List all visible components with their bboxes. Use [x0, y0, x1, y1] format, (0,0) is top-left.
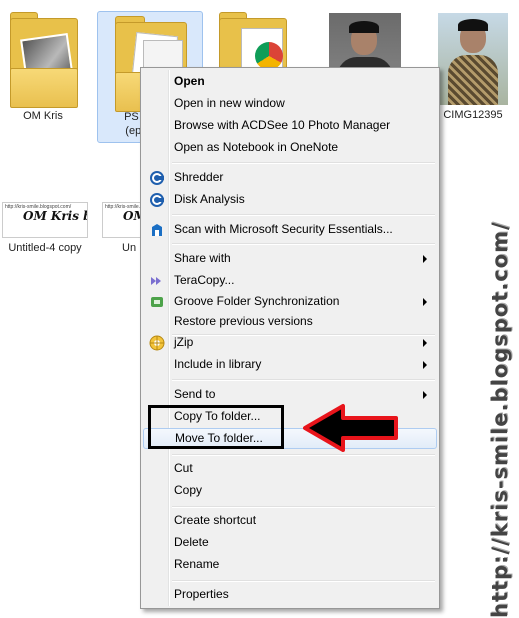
submenu-arrow-icon	[423, 361, 427, 369]
menu-item-open-new-window[interactable]: Open in new window	[143, 93, 435, 114]
menu-item-copy[interactable]: Copy	[143, 480, 435, 501]
file-name: CIMG12395	[443, 109, 503, 121]
file-name: Un	[122, 242, 137, 254]
menu-item-share-with[interactable]: Share with	[143, 248, 435, 269]
chrome-logo	[255, 42, 283, 70]
menu-item-disk-analysis[interactable]: Disk Analysis	[143, 189, 435, 210]
menu-item-browse-acdsee[interactable]: Browse with ACDSee 10 Photo Manager	[143, 115, 435, 136]
submenu-arrow-icon	[423, 339, 427, 347]
annotation-arrow-icon	[303, 404, 398, 452]
menu-item-jzip[interactable]: jZip	[143, 332, 435, 353]
menu-item-scan-security-essentials[interactable]: Scan with Microsoft Security Essentials.…	[143, 219, 435, 240]
file-item-om-kris[interactable]: OM Kris	[0, 12, 86, 132]
submenu-arrow-icon	[423, 255, 427, 263]
menu-item-teracopy[interactable]: TeraCopy...	[143, 270, 435, 291]
annotation-highlight-box	[148, 405, 284, 449]
menu-item-delete[interactable]: Delete	[143, 532, 435, 553]
menu-item-restore-previous[interactable]: Restore previous versions	[143, 311, 435, 332]
menu-item-open-onenote[interactable]: Open as Notebook in OneNote	[143, 137, 435, 158]
teracopy-icon	[149, 273, 165, 289]
context-menu: Open Open in new window Browse with ACDS…	[140, 67, 440, 609]
menu-item-include-library[interactable]: Include in library	[143, 354, 435, 375]
submenu-arrow-icon	[423, 391, 427, 399]
menu-item-properties[interactable]: Properties	[143, 584, 435, 605]
groove-icon	[149, 294, 165, 310]
menu-item-groove-sync[interactable]: Groove Folder Synchronization	[143, 291, 435, 312]
submenu-arrow-icon	[423, 298, 427, 306]
watermark-text: http://kris-smile.blogspot.com/	[488, 221, 512, 618]
security-essentials-icon	[149, 222, 165, 238]
menu-item-rename[interactable]: Rename	[143, 554, 435, 575]
shredder-icon	[149, 170, 165, 186]
image-thumbnail: http://kris-smile.blogspot.com/ OM Kris …	[2, 202, 88, 238]
image-thumbnail: http://kris-smile.blogspot.com/ OM	[102, 202, 140, 238]
menu-item-shredder[interactable]: Shredder	[143, 167, 435, 188]
file-name: Untitled-4 copy	[8, 242, 82, 254]
photo-thumbnail	[438, 13, 508, 105]
file-item-untitled-partial[interactable]: http://kris-smile.blogspot.com/ OM Un	[100, 196, 140, 260]
menu-item-open[interactable]: Open	[143, 71, 435, 92]
menu-item-cut[interactable]: Cut	[143, 458, 435, 479]
menu-item-create-shortcut[interactable]: Create shortcut	[143, 510, 435, 531]
menu-item-send-to[interactable]: Send to	[143, 384, 435, 405]
file-name: OM Kris	[23, 110, 63, 122]
disk-analysis-icon	[149, 192, 165, 208]
jzip-icon	[149, 335, 165, 351]
folder-icon	[10, 12, 78, 108]
file-item-cimg12395[interactable]: CIMG12395	[432, 13, 514, 133]
file-item-untitled-4-copy[interactable]: http://kris-smile.blogspot.com/ OM Kris …	[0, 196, 90, 260]
